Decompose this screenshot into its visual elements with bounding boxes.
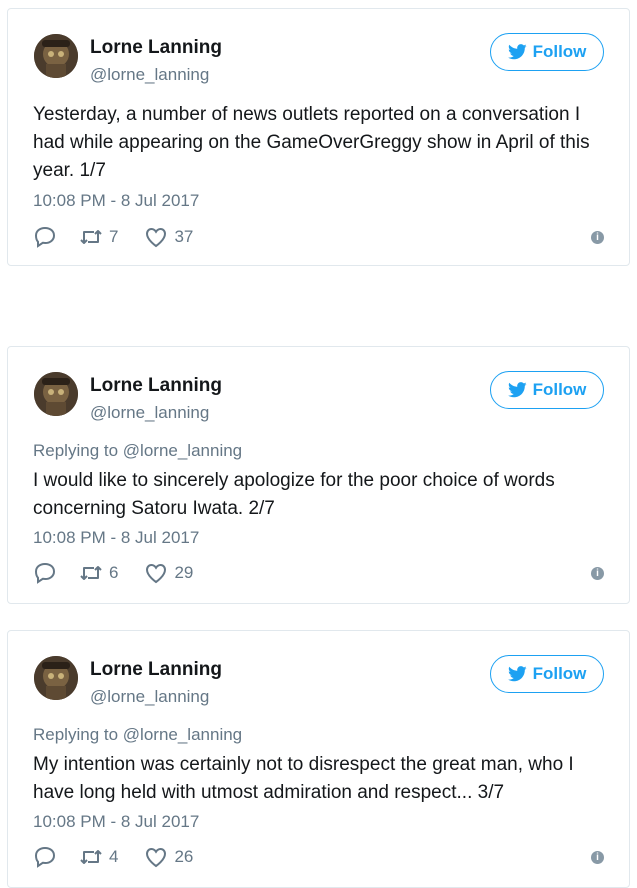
twitter-bird-icon bbox=[507, 382, 527, 398]
retweet-count: 7 bbox=[109, 227, 119, 246]
tweet-actions: 6 29 i bbox=[33, 561, 604, 585]
author-name[interactable]: Lorne Lanning bbox=[90, 659, 222, 681]
follow-label: Follow bbox=[532, 42, 587, 61]
replying-to-label: Replying to bbox=[33, 725, 119, 744]
avatar[interactable] bbox=[34, 656, 78, 700]
author-handle[interactable]: @lorne_lanning bbox=[90, 687, 209, 707]
replying-to-label: Replying to bbox=[33, 441, 119, 460]
like-button[interactable]: 37 bbox=[144, 226, 193, 248]
retweet-count: 4 bbox=[109, 847, 119, 866]
avatar[interactable] bbox=[34, 34, 78, 78]
replying-to: Replying to @lorne_lanning bbox=[33, 441, 242, 461]
like-button[interactable]: 26 bbox=[144, 846, 193, 868]
heart-icon bbox=[146, 847, 167, 868]
tweet-card: Lorne Lanning @lorne_lanning Follow Repl… bbox=[7, 630, 630, 888]
reply-button[interactable] bbox=[33, 562, 57, 584]
info-icon[interactable]: i bbox=[591, 850, 604, 864]
like-button[interactable]: 29 bbox=[144, 562, 193, 584]
follow-button[interactable]: Follow bbox=[490, 371, 604, 409]
follow-label: Follow bbox=[532, 380, 587, 399]
tweet-text: My intention was certainly not to disres… bbox=[33, 754, 574, 803]
author-name[interactable]: Lorne Lanning bbox=[90, 375, 222, 397]
author-name[interactable]: Lorne Lanning bbox=[90, 37, 222, 59]
tweet-text: Yesterday, a number of news outlets repo… bbox=[33, 104, 590, 181]
replying-to-mention[interactable]: @lorne_lanning bbox=[123, 441, 242, 460]
reply-icon bbox=[34, 846, 56, 868]
tweet-actions: 4 26 i bbox=[33, 845, 604, 869]
reply-icon bbox=[34, 226, 56, 248]
info-icon[interactable]: i bbox=[591, 230, 604, 244]
reply-icon bbox=[34, 562, 56, 584]
retweet-count: 6 bbox=[109, 563, 119, 582]
retweet-button[interactable]: 6 bbox=[79, 562, 118, 584]
heart-icon bbox=[146, 563, 167, 584]
reply-button[interactable] bbox=[33, 226, 57, 248]
avatar[interactable] bbox=[34, 372, 78, 416]
follow-button[interactable]: Follow bbox=[490, 655, 604, 693]
tweet-timestamp[interactable]: 10:08 PM - 8 Jul 2017 bbox=[33, 528, 199, 548]
tweet-actions: 7 37 i bbox=[33, 225, 604, 249]
retweet-button[interactable]: 4 bbox=[79, 846, 118, 868]
tweet-timestamp[interactable]: 10:08 PM - 8 Jul 2017 bbox=[33, 191, 199, 211]
tweet-card: Lorne Lanning @lorne_lanning Follow Repl… bbox=[7, 346, 630, 604]
reply-button[interactable] bbox=[33, 846, 57, 868]
info-icon[interactable]: i bbox=[591, 566, 604, 580]
retweet-icon bbox=[80, 566, 102, 580]
follow-label: Follow bbox=[532, 664, 587, 683]
author-handle[interactable]: @lorne_lanning bbox=[90, 65, 209, 85]
heart-icon bbox=[146, 227, 167, 248]
follow-button[interactable]: Follow bbox=[490, 33, 604, 71]
replying-to-mention[interactable]: @lorne_lanning bbox=[123, 725, 242, 744]
like-count: 37 bbox=[174, 227, 194, 246]
replying-to: Replying to @lorne_lanning bbox=[33, 725, 242, 745]
tweet-timestamp[interactable]: 10:08 PM - 8 Jul 2017 bbox=[33, 812, 199, 832]
twitter-bird-icon bbox=[507, 44, 527, 60]
like-count: 26 bbox=[174, 847, 194, 866]
like-count: 29 bbox=[174, 563, 194, 582]
retweet-icon bbox=[80, 850, 102, 864]
tweet-text: I would like to sincerely apologize for … bbox=[33, 470, 555, 519]
tweet-card: Lorne Lanning @lorne_lanning Follow Yest… bbox=[7, 8, 630, 266]
retweet-button[interactable]: 7 bbox=[79, 226, 118, 248]
twitter-bird-icon bbox=[507, 666, 527, 682]
author-handle[interactable]: @lorne_lanning bbox=[90, 403, 209, 423]
retweet-icon bbox=[80, 230, 102, 244]
